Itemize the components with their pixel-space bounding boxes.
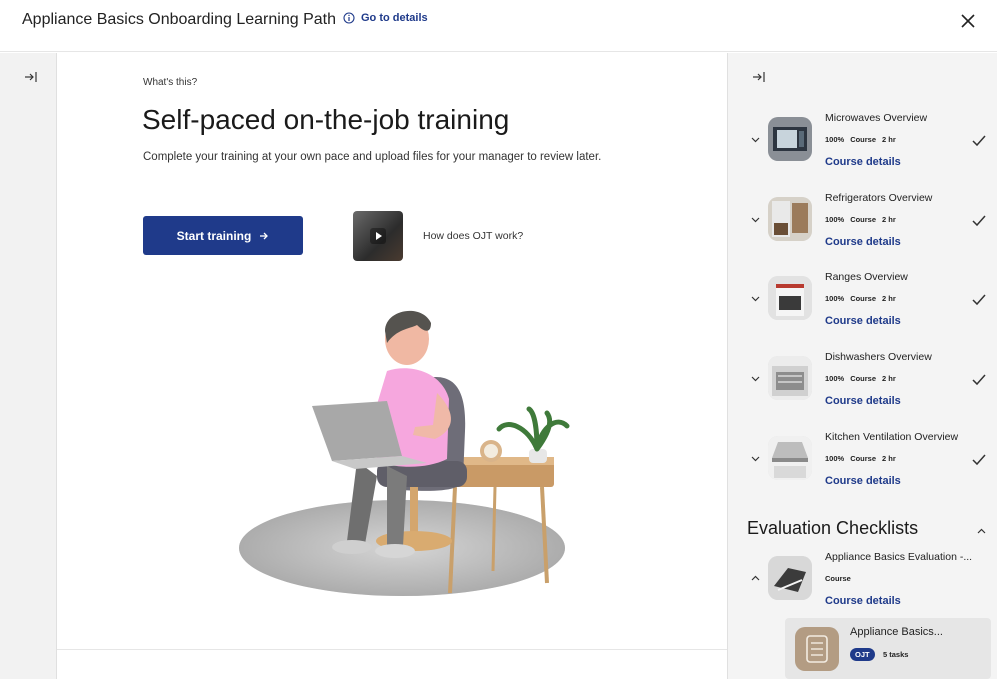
course-title: Kitchen Ventilation Overview [825,431,959,443]
learning-path-sidebar: Microwaves Overview 100% Course 2 hr Cou… [727,53,997,679]
course-title: Ranges Overview [825,271,908,283]
dishwasher-thumbnail [768,356,812,400]
how-ojt-link[interactable]: How does OJT work? [423,230,523,242]
ojt-badge: OJT [850,648,875,661]
check-icon [972,294,986,306]
course-type: Course [850,294,877,303]
chevron-up-icon[interactable] [977,527,986,536]
chevron-down-icon[interactable] [751,135,760,144]
main-subtitle: Complete your training at your own pace … [143,151,602,163]
course-duration: 2 hr [882,215,896,224]
check-icon [972,454,986,466]
course-title: Microwaves Overview [825,112,928,124]
course-item-microwaves: Microwaves Overview 100% Course 2 hr Cou… [728,109,997,189]
collapse-panel-icon[interactable] [24,71,38,83]
course-details-link[interactable]: Course details [825,595,901,607]
course-item-refrigerators: Refrigerators Overview 100% Course 2 hr … [728,189,997,269]
whats-this-label: What's this? [143,77,198,88]
main-heading: Self-paced on-the-job training [142,104,510,135]
course-title: Refrigerators Overview [825,192,933,204]
chevron-up-icon[interactable] [751,574,760,583]
ojt-video-thumbnail[interactable] [353,211,403,261]
chevron-down-icon[interactable] [751,374,760,383]
course-item-ranges: Ranges Overview 100% Course 2 hr Course … [728,268,997,348]
page-header: Appliance Basics Onboarding Learning Pat… [0,0,997,52]
course-type: Course [850,215,877,224]
course-title: Dishwashers Overview [825,351,932,363]
evaluation-checklists-heading: Evaluation Checklists [747,518,919,538]
check-icon [972,135,986,147]
check-icon [972,215,986,227]
course-duration: 2 hr [882,454,896,463]
ojt-task-count: 5 tasks [883,650,909,659]
course-type: Course [850,135,877,144]
course-duration: 2 hr [882,374,896,383]
course-meta: 100% Course 2 hr [825,135,896,144]
course-duration: 2 hr [882,135,896,144]
main-panel: What's this? Self-paced on-the-job train… [57,53,727,679]
go-to-details-link[interactable]: Go to details [343,12,428,24]
course-progress: 100% [825,454,845,463]
play-icon [370,228,386,244]
arrow-right-icon [260,232,269,239]
chevron-down-icon[interactable] [751,294,760,303]
left-rail [0,53,57,679]
course-type: Course [850,454,877,463]
info-icon [343,12,355,24]
course-item-dishwashers: Dishwashers Overview 100% Course 2 hr Co… [728,348,997,428]
chevron-down-icon[interactable] [751,454,760,463]
course-item-kitchen-ventilation: Kitchen Ventilation Overview 100% Course… [728,428,997,508]
main-divider [57,649,727,650]
course-meta: 100% Course 2 hr [825,454,896,463]
page-title: Appliance Basics Onboarding Learning Pat… [22,11,336,28]
start-training-label: Start training [176,228,252,243]
course-details-link[interactable]: Course details [825,395,901,407]
range-thumbnail [768,276,812,320]
expand-panel-icon[interactable] [752,71,766,83]
ventilation-thumbnail [768,436,812,480]
check-icon [972,374,986,386]
course-meta: Course [825,574,851,583]
start-training-button[interactable]: Start training [143,216,303,255]
course-meta: 100% Course 2 hr [825,374,896,383]
go-to-details-label: Go to details [361,12,428,24]
course-meta: 100% Course 2 hr [825,215,896,224]
course-progress: 100% [825,135,845,144]
course-duration: 2 hr [882,294,896,303]
ojt-item-card[interactable]: Appliance Basics... OJT 5 tasks [785,618,991,679]
course-progress: 100% [825,294,845,303]
course-progress: 100% [825,215,845,224]
course-details-link[interactable]: Course details [825,475,901,487]
chevron-down-icon[interactable] [751,215,760,224]
course-title: Appliance Basics Evaluation -... [825,551,973,563]
ojt-item-title: Appliance Basics... [850,626,943,638]
microwave-thumbnail [768,117,812,161]
checklist-icon [795,627,839,671]
course-type: Course [850,374,877,383]
close-icon[interactable] [957,10,979,32]
course-details-link[interactable]: Course details [825,315,901,327]
evaluation-thumbnail [768,556,812,600]
refrigerator-thumbnail [768,197,812,241]
person-laptop-illustration [239,310,570,596]
course-meta: 100% Course 2 hr [825,294,896,303]
course-progress: 100% [825,374,845,383]
evaluation-course-item: Appliance Basics Evaluation -... Course … [728,548,997,628]
course-details-link[interactable]: Course details [825,236,901,248]
course-type: Course [825,574,851,583]
course-details-link[interactable]: Course details [825,156,901,168]
